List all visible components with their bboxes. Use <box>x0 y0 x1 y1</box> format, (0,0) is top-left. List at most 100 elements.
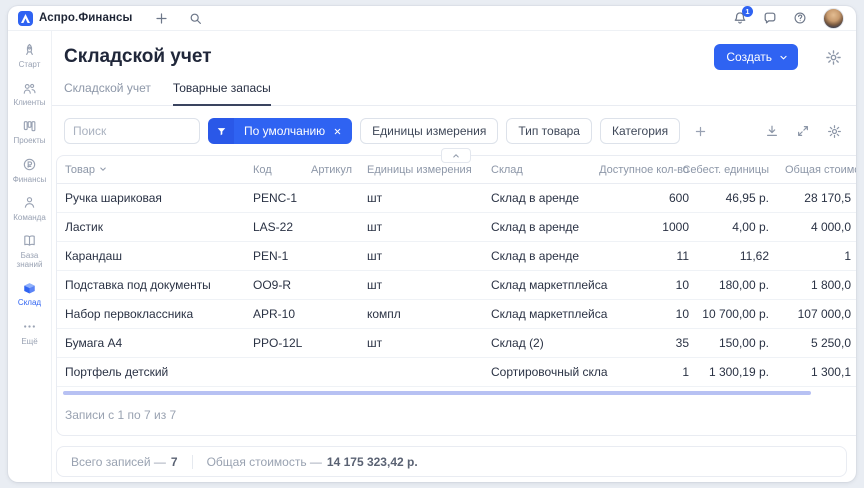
cell-unit-cost: 150,00 р. <box>689 336 769 350</box>
tabs: Складской учет Товарные запасы <box>52 81 856 106</box>
filter-button-1[interactable]: Тип товара <box>506 118 592 144</box>
close-icon[interactable] <box>333 127 342 136</box>
table-row[interactable]: ЛастикLAS-22штСклад в аренде10004,00 р.4… <box>57 213 856 242</box>
inventory-table: ТоварКодАртикулЕдиницы измеренияСкладДос… <box>56 155 856 436</box>
column-header-unit-cost[interactable]: Себест. единицы <box>689 164 769 176</box>
search-icon[interactable] <box>188 11 202 25</box>
sidebar-item-start[interactable]: Старт <box>8 42 51 69</box>
expand-icon[interactable] <box>795 123 811 139</box>
table-row[interactable]: КарандашPEN-1штСклад в аренде1111,621 <box>57 242 856 271</box>
cell-code: PPO-12L <box>253 336 311 350</box>
summary-divider <box>192 455 193 469</box>
column-label: Доступное кол-во <box>599 164 689 176</box>
cell-code: APR-10 <box>253 307 311 321</box>
table-row[interactable]: Портфель детскийСортировочный скла11 300… <box>57 358 856 387</box>
clients-icon <box>22 80 38 96</box>
kanban-icon <box>22 118 38 134</box>
column-header-unit[interactable]: Единицы измерения <box>367 164 491 176</box>
cell-unit: шт <box>367 249 491 263</box>
cell-unit: шт <box>367 278 491 292</box>
app-logo-icon[interactable] <box>18 11 33 26</box>
search-input[interactable] <box>64 118 200 144</box>
table-row[interactable]: Набор первоклассникаAPR-10комплСклад мар… <box>57 300 856 329</box>
table-row[interactable]: Подставка под документыOO9-RштСклад марк… <box>57 271 856 300</box>
page-header: Складской учет Создать <box>52 31 856 70</box>
sidebar-item-label: Проекты <box>13 136 45 145</box>
cell-code: PENC-1 <box>253 191 311 205</box>
cell-unit-cost: 10 700,00 р. <box>689 307 769 321</box>
column-label: Общая стоимость <box>785 164 856 176</box>
help-icon[interactable] <box>793 11 807 25</box>
sidebar-item-label: Старт <box>19 60 41 69</box>
sidebar-item-team[interactable]: Команда <box>8 195 51 222</box>
sidebar-item-label: База знаний <box>11 251 49 269</box>
user-avatar[interactable] <box>823 8 844 29</box>
table-row[interactable]: Ручка шариковаяPENC-1штСклад в аренде600… <box>57 184 856 213</box>
cell-available-qty: 11 <box>601 249 689 263</box>
column-header-available-qty[interactable]: Доступное кол-во <box>601 164 689 176</box>
create-button[interactable]: Создать <box>714 44 798 70</box>
cell-warehouse: Склад маркетплейса <box>491 278 601 292</box>
sort-chevron-down-icon[interactable] <box>99 164 107 176</box>
sidebar-item-warehouse[interactable]: Склад <box>8 280 51 307</box>
cell-product: Портфель детский <box>65 365 253 379</box>
records-info: Записи с 1 по 7 из 7 <box>57 395 856 435</box>
total-cost: Общая стоимость — 14 175 323,42 р. <box>207 455 418 469</box>
app-window: Аспро.Финансы 1 СтартКлиентыПроектыФинан… <box>8 6 856 482</box>
coin-icon <box>22 157 38 173</box>
sidebar-item-clients[interactable]: Клиенты <box>8 80 51 107</box>
table-settings-gear-icon[interactable] <box>826 123 842 139</box>
cell-unit-cost: 4,00 р. <box>689 220 769 234</box>
chat-icon[interactable] <box>763 11 777 25</box>
cell-warehouse: Склад в аренде <box>491 249 601 263</box>
cell-total-cost: 28 170,5 <box>769 191 856 205</box>
cell-product: Бумага А4 <box>65 336 253 350</box>
book-icon <box>22 233 38 249</box>
total-records-value: 7 <box>171 455 178 469</box>
sidebar-item-knowledge[interactable]: База знаний <box>8 233 51 269</box>
cell-code: LAS-22 <box>253 220 311 234</box>
tab-0[interactable]: Складской учет <box>64 81 151 106</box>
cell-product: Подставка под документы <box>65 278 253 292</box>
column-header-product[interactable]: Товар <box>65 164 253 176</box>
collapse-filters-button[interactable] <box>441 148 471 163</box>
cell-total-cost: 1 300,1 <box>769 365 856 379</box>
sidebar-item-finance[interactable]: Финансы <box>8 157 51 184</box>
download-icon[interactable] <box>764 123 780 139</box>
page-settings-gear-icon[interactable] <box>824 48 842 66</box>
column-header-total-cost[interactable]: Общая стоимость <box>769 164 856 176</box>
cell-product: Набор первоклассника <box>65 307 253 321</box>
filter-button-0[interactable]: Единицы измерения <box>360 118 498 144</box>
person-icon <box>22 195 38 211</box>
column-header-article[interactable]: Артикул <box>311 164 367 176</box>
page-title: Складской учет <box>64 46 212 68</box>
cell-total-cost: 1 <box>769 249 856 263</box>
active-filter-chip[interactable]: По умолчанию <box>208 118 352 144</box>
add-filter-icon[interactable] <box>692 123 708 139</box>
table-row[interactable]: Бумага А4PPO-12LштСклад (2)35150,00 р.5 … <box>57 329 856 358</box>
cell-warehouse: Склад маркетплейса <box>491 307 601 321</box>
cell-available-qty: 35 <box>601 336 689 350</box>
sidebar-item-label: Ещё <box>21 337 37 346</box>
funnel-icon[interactable] <box>208 118 234 144</box>
cell-product: Карандаш <box>65 249 253 263</box>
notifications-bell-icon[interactable]: 1 <box>732 11 747 26</box>
table-body: Ручка шариковаяPENC-1штСклад в аренде600… <box>57 184 856 387</box>
column-header-warehouse[interactable]: Склад <box>491 164 601 176</box>
sidebar-item-more[interactable]: Ещё <box>8 319 51 346</box>
sidebar-item-label: Склад <box>18 298 41 307</box>
filter-button-2[interactable]: Категория <box>600 118 680 144</box>
column-header-code[interactable]: Код <box>253 164 311 176</box>
cell-warehouse: Сортировочный скла <box>491 365 601 379</box>
cell-unit-cost: 46,95 р. <box>689 191 769 205</box>
total-records-label: Всего записей — <box>71 455 166 469</box>
tab-1[interactable]: Товарные запасы <box>173 81 271 106</box>
add-icon[interactable] <box>154 11 168 25</box>
cell-available-qty: 10 <box>601 307 689 321</box>
cell-warehouse: Склад в аренде <box>491 220 601 234</box>
sidebar-item-projects[interactable]: Проекты <box>8 118 51 145</box>
filter-buttons-group: Единицы измерения Тип товара Категория <box>352 118 680 144</box>
box-icon <box>22 280 38 296</box>
filter-chip-label: По умолчанию <box>244 124 325 138</box>
cell-unit-cost: 180,00 р. <box>689 278 769 292</box>
